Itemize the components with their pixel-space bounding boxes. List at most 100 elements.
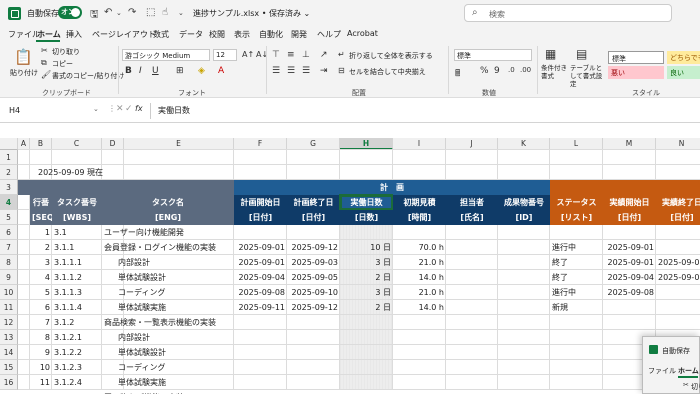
estimate-cell[interactable]: 21.0 h xyxy=(393,255,446,270)
row-header-8[interactable]: 8 xyxy=(0,255,18,270)
format-as-table-icon[interactable]: ▤ xyxy=(576,47,587,61)
actual-end-cell[interactable] xyxy=(656,315,700,330)
actual-end-cell[interactable] xyxy=(656,285,700,300)
header-actual-start[interactable]: 実績開始日 xyxy=(603,195,656,210)
deliverable-cell[interactable] xyxy=(498,240,550,255)
select-object-icon[interactable]: ⬚ xyxy=(146,7,155,18)
overlay-tab-file[interactable]: ファイル xyxy=(648,366,676,376)
style-good[interactable]: 良い xyxy=(667,66,700,79)
row-header-11[interactable]: 11 xyxy=(0,300,18,315)
deliverable-cell[interactable] xyxy=(498,330,550,345)
deliverable-cell[interactable] xyxy=(498,390,550,394)
align-left-icon[interactable]: ☰ xyxy=(272,66,280,76)
assignee-cell[interactable] xyxy=(446,315,498,330)
seq-cell[interactable]: 11 xyxy=(30,375,52,390)
deliverable-cell[interactable] xyxy=(498,375,550,390)
header-wbs[interactable]: タスク番号 xyxy=(52,195,102,210)
estimate-cell[interactable] xyxy=(393,390,446,394)
estimate-cell[interactable]: 21.0 h xyxy=(393,285,446,300)
actual-end-cell[interactable] xyxy=(656,225,700,240)
file-name[interactable]: 進捗サンプル.xlsx • 保存済み ⌄ xyxy=(193,8,310,19)
fill-color-icon[interactable]: ◈ xyxy=(198,66,205,76)
underline-icon[interactable]: U xyxy=(152,66,159,76)
seq-cell[interactable]: 1 xyxy=(30,225,52,240)
actual-end-cell[interactable]: 2025-09-0 xyxy=(656,270,700,285)
plan-start-cell[interactable] xyxy=(234,315,287,330)
deliverable-cell[interactable] xyxy=(498,225,550,240)
header-status-type[interactable]: [リスト] xyxy=(550,210,603,225)
header-initial-estimate[interactable]: 初期見積 xyxy=(393,195,446,210)
seq-cell[interactable]: 7 xyxy=(30,315,52,330)
deliverable-cell[interactable] xyxy=(498,315,550,330)
wbs-cell[interactable]: 3.1.1.4 xyxy=(52,300,102,315)
assignee-cell[interactable] xyxy=(446,360,498,375)
confirm-entry-icon[interactable]: ✓ xyxy=(125,104,133,114)
actual-start-cell[interactable]: 2025-09-04 xyxy=(603,270,656,285)
estimate-cell[interactable] xyxy=(393,360,446,375)
work-days-cell[interactable] xyxy=(340,315,393,330)
overlay-cut-label[interactable]: 切り xyxy=(691,382,700,392)
plan-end-cell[interactable] xyxy=(287,330,340,345)
status-cell[interactable]: 進行中 xyxy=(550,240,603,255)
tab-home[interactable]: ホーム xyxy=(37,29,61,40)
row-header-13[interactable]: 13 xyxy=(0,330,18,345)
task-name-cell[interactable]: 単体試験設計 xyxy=(102,345,234,360)
plan-start-cell[interactable]: 2025-09-01 xyxy=(234,240,287,255)
work-days-cell[interactable]: 3 日 xyxy=(340,285,393,300)
redo-icon[interactable]: ↷ xyxy=(128,7,136,18)
task-name-cell[interactable]: 単体試験設計 xyxy=(102,270,234,285)
header-plan-end[interactable]: 計画終了日 xyxy=(287,195,340,210)
estimate-cell[interactable] xyxy=(393,315,446,330)
format-painter-button[interactable]: 書式のコピー/貼り付け xyxy=(52,71,124,81)
row-header-10[interactable]: 10 xyxy=(0,285,18,300)
currency-icon[interactable]: 🖩 xyxy=(455,66,460,82)
estimate-cell[interactable] xyxy=(393,375,446,390)
assignee-cell[interactable] xyxy=(446,375,498,390)
style-bad[interactable]: 悪い xyxy=(608,66,664,79)
font-size-select[interactable]: 12 xyxy=(213,49,237,61)
plan-end-cell[interactable]: 2025-09-03 xyxy=(287,255,340,270)
plan-start-cell[interactable]: 2025-09-08 xyxy=(234,285,287,300)
tab-formulas[interactable]: 数式 xyxy=(153,29,169,40)
deliverable-cell[interactable] xyxy=(498,270,550,285)
seq-cell[interactable]: 3 xyxy=(30,255,52,270)
status-cell[interactable]: 終了 xyxy=(550,270,603,285)
plan-start-cell[interactable] xyxy=(234,360,287,375)
task-name-cell[interactable]: 内部設計 xyxy=(102,330,234,345)
work-days-cell[interactable] xyxy=(340,330,393,345)
wbs-cell[interactable]: 3.1.2.3 xyxy=(52,360,102,375)
conditional-format-button[interactable]: 条件付き書式 xyxy=(541,64,569,80)
indent-icon[interactable]: ⇥ xyxy=(320,66,328,76)
increase-decimal-icon[interactable]: .0 xyxy=(508,66,515,74)
wbs-cell[interactable]: 3.1.1.3 xyxy=(52,285,102,300)
work-days-cell[interactable] xyxy=(340,225,393,240)
header-status[interactable]: ステータス xyxy=(550,195,603,210)
task-name-cell[interactable]: ユーザー向け機能開発 xyxy=(102,225,234,240)
status-cell[interactable] xyxy=(550,345,603,360)
plan-end-cell[interactable] xyxy=(287,375,340,390)
actual-end-cell[interactable] xyxy=(656,240,700,255)
header-task-name[interactable]: タスク名 xyxy=(102,195,234,210)
status-cell[interactable]: 新規 xyxy=(550,300,603,315)
header-actual-end[interactable]: 実績終了日 xyxy=(656,195,700,210)
assignee-cell[interactable] xyxy=(446,390,498,394)
search-box[interactable]: ⌕ 検索 xyxy=(464,4,672,22)
actual-start-cell[interactable] xyxy=(603,225,656,240)
estimate-cell[interactable]: 70.0 h xyxy=(393,240,446,255)
row-header-2[interactable]: 2 xyxy=(0,165,18,180)
header-work-days-type[interactable]: [日数] xyxy=(340,210,393,225)
assignee-cell[interactable] xyxy=(446,285,498,300)
deliverable-cell[interactable] xyxy=(498,285,550,300)
status-cell[interactable]: 進行中 xyxy=(550,285,603,300)
work-days-cell[interactable] xyxy=(340,390,393,394)
seq-cell[interactable]: 12 xyxy=(30,390,52,394)
italic-icon[interactable]: I xyxy=(139,66,142,76)
assignee-cell[interactable] xyxy=(446,255,498,270)
cancel-entry-icon[interactable]: ✕ xyxy=(116,104,124,114)
plan-end-cell[interactable]: 2025-09-10 xyxy=(287,285,340,300)
plan-start-cell[interactable] xyxy=(234,390,287,394)
plan-start-cell[interactable] xyxy=(234,345,287,360)
plan-group-header[interactable]: 計 画 xyxy=(234,180,550,195)
plan-end-cell[interactable] xyxy=(287,390,340,394)
work-days-cell[interactable] xyxy=(340,375,393,390)
